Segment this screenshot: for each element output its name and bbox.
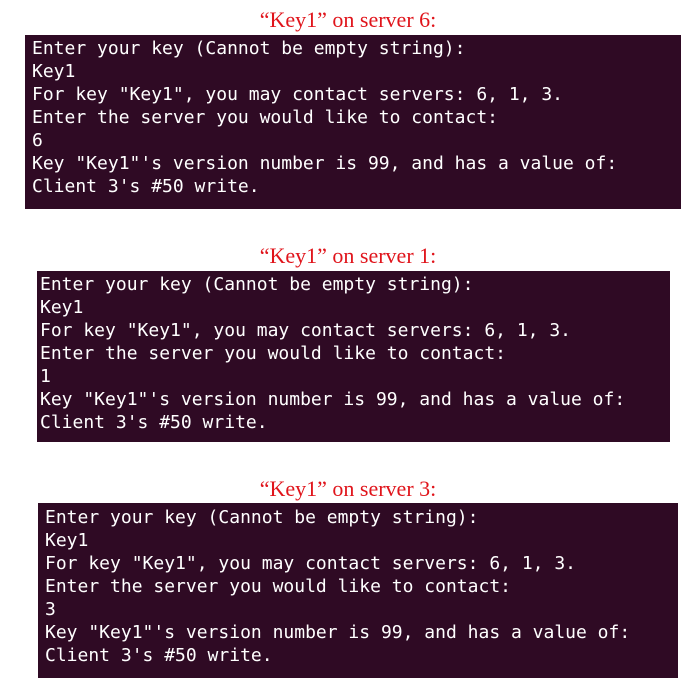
terminal-version-line: Key "Key1"'s version number is 99, and h… bbox=[40, 389, 626, 410]
terminal-output-server-3: Enter your key (Cannot be empty string):… bbox=[38, 503, 678, 678]
terminal-value-line: Client 3's #50 write. bbox=[32, 176, 260, 197]
terminal-prompt-server: Enter the server you would like to conta… bbox=[45, 576, 511, 597]
panel-caption-server-6: “Key1” on server 6: bbox=[259, 7, 437, 32]
terminal-input-server: 6 bbox=[32, 130, 43, 151]
terminal-version-line: Key "Key1"'s version number is 99, and h… bbox=[45, 622, 631, 643]
terminal-value-line: Client 3's #50 write. bbox=[45, 645, 273, 666]
terminal-servers-list: For key "Key1", you may contact servers:… bbox=[40, 320, 572, 341]
panel-caption-server-1: “Key1” on server 1: bbox=[259, 243, 437, 268]
terminal-prompt-key: Enter your key (Cannot be empty string): bbox=[40, 274, 474, 295]
terminal-input-key: Key1 bbox=[40, 297, 84, 318]
terminal-prompt-server: Enter the server you would like to conta… bbox=[40, 343, 506, 364]
terminal-input-key: Key1 bbox=[45, 530, 89, 551]
terminal-value-line: Client 3's #50 write. bbox=[40, 412, 268, 433]
terminal-input-key: Key1 bbox=[32, 61, 76, 82]
terminal-input-server: 1 bbox=[40, 366, 51, 387]
terminal-prompt-server: Enter the server you would like to conta… bbox=[32, 107, 498, 128]
terminal-output-server-1: Enter your key (Cannot be empty string):… bbox=[37, 271, 670, 442]
terminal-version-line: Key "Key1"'s version number is 99, and h… bbox=[32, 153, 618, 174]
terminal-prompt-key: Enter your key (Cannot be empty string): bbox=[45, 507, 479, 528]
panel-caption-server-3: “Key1” on server 3: bbox=[259, 476, 437, 501]
terminal-input-server: 3 bbox=[45, 599, 56, 620]
terminal-prompt-key: Enter your key (Cannot be empty string): bbox=[32, 38, 466, 59]
terminal-servers-list: For key "Key1", you may contact servers:… bbox=[45, 553, 577, 574]
terminal-servers-list: For key "Key1", you may contact servers:… bbox=[32, 84, 564, 105]
terminal-output-server-6: Enter your key (Cannot be empty string):… bbox=[25, 35, 681, 209]
